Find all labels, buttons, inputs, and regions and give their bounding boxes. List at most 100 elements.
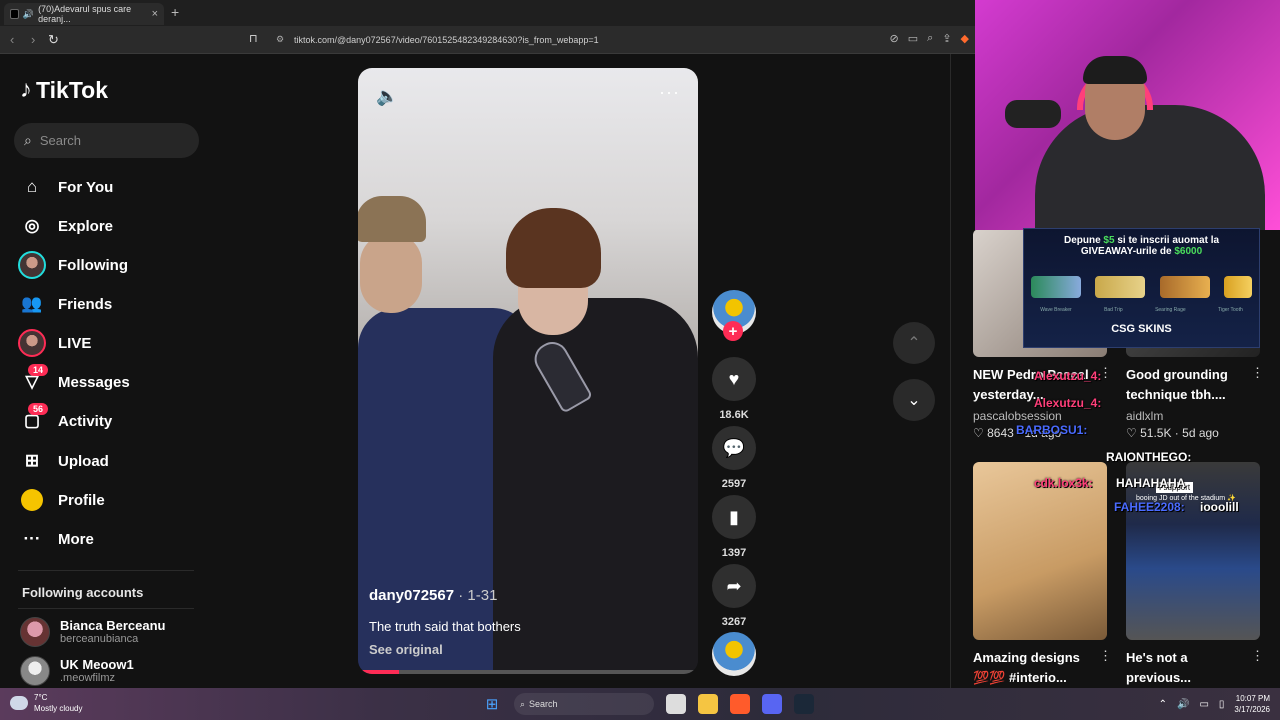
nav-upload[interactable]: ⊞ Upload [18,445,208,477]
chat-message: iooolill [1200,500,1239,514]
steam-icon[interactable] [794,694,814,714]
clock[interactable]: 10:07 PM 3/17/2026 [1234,693,1270,715]
skin-label: Searing Rage [1155,307,1186,313]
reader-icon[interactable]: ▭ [908,32,918,45]
nav-following[interactable]: Following [18,249,208,281]
like-action[interactable]: ♥ 18.6K [711,357,757,421]
windows-start-icon[interactable]: ⊞ [482,694,502,714]
brave-shield-icon[interactable]: ◆ [961,32,969,45]
nav-label: LIVE [58,334,92,352]
skin-labels: Wave Breaker Bad Trip Searing Rage Tiger… [1024,307,1259,313]
video-figure [358,196,426,242]
friends-icon: 👥 [21,294,43,313]
more-icon: ··· [23,529,41,548]
task-view-icon[interactable] [666,694,686,714]
weather-widget[interactable]: 7°C Mostly cloudy [10,692,82,714]
reload-icon[interactable]: ↻ [48,32,59,48]
forward-icon[interactable]: › [31,32,35,47]
webcam-figure [1035,105,1265,230]
nav-profile[interactable]: Profile [18,484,208,516]
nav-more[interactable]: ··· More [18,523,208,555]
messages-icon: ▽ 14 [18,364,49,396]
taskbar-search[interactable]: ⌕ Search [514,693,654,715]
video-player[interactable]: 🔈 ··· dany072567 · 1-31 The truth said t… [358,68,698,674]
system-tray: ⌃ 🔊 ▭ ▯ 10:07 PM 3/17/2026 [1159,693,1270,715]
nav-messages[interactable]: ▽ 14 Messages [18,364,208,398]
sidebar: ♪ TikTok ⌕ Search ⌂ For You ◎ Explore Fo… [0,54,218,688]
back-icon[interactable]: ‹ [10,32,14,47]
scroll-down-icon[interactable]: ⌄ [893,379,935,421]
sound-disc-avatar[interactable] [712,632,756,676]
compass-icon: ◎ [24,216,40,235]
battery-icon[interactable]: ▯ [1219,699,1225,710]
account-handle: .meowfilmz [60,672,116,684]
volume-icon[interactable]: 🔊 [1177,699,1189,710]
more-vertical-icon[interactable]: ⋮ [1251,648,1264,664]
file-explorer-icon[interactable] [698,694,718,714]
search-input[interactable]: ⌕ Search [14,123,199,158]
comment-icon[interactable]: 💬 [712,426,756,470]
volume-icon[interactable]: 🔈 [376,86,398,107]
scroll-up-icon[interactable]: ⌃ [893,322,935,364]
promo-line1: Depune $5 si te inscrii auomat la [1024,235,1259,246]
video-author[interactable]: dany072567 · 1-31 [369,587,497,604]
share-icon[interactable]: ⇪ [942,32,951,45]
address-bar[interactable]: ⚙ tiktok.com/@dany072567/video/760152548… [268,30,968,50]
nav-explore[interactable]: ◎ Explore [18,210,208,242]
recommendation-title[interactable]: Amazing designs 💯💯 #interio... [973,648,1098,688]
network-icon[interactable]: ▭ [1199,699,1208,710]
chevron-up-icon[interactable]: ⌃ [1159,699,1167,710]
heart-icon[interactable]: ♥ [712,357,756,401]
more-vertical-icon[interactable]: ⋮ [1099,648,1112,664]
bookmark-icon[interactable]: ⊓ [249,32,258,45]
no-tracking-icon[interactable]: ⊘ [890,32,899,45]
nav-label: Friends [58,295,113,313]
microphone-shape [1005,100,1061,128]
nav-friends[interactable]: 👥 Friends [18,288,208,320]
skin-label: Wave Breaker [1040,307,1072,313]
nav-label: For You [58,178,114,196]
promo-brand: CSG SKINS [1111,323,1172,335]
nav-activity[interactable]: ▢ 56 Activity [18,403,208,437]
follow-plus-button[interactable]: + [723,321,743,341]
more-options-icon[interactable]: ··· [659,82,680,103]
recommendation-author[interactable]: pascalobsession [973,409,1062,423]
promo-amount: $6000 [1174,246,1203,257]
save-action[interactable]: ▮ 1397 [711,495,757,559]
video-figure [360,233,422,313]
comment-count: 2597 [721,478,747,490]
account-name: Bianca Berceanu [60,618,166,633]
logo-text: TikTok [36,76,108,103]
browser-toolbar: ‹ › ↻ ⊓ ⚙ tiktok.com/@dany072567/video/7… [0,26,975,54]
promo-amount: $5 [1103,235,1115,246]
site-info-icon[interactable]: ⚙ [276,34,284,45]
browser-tab[interactable]: 🔊 (70)Adevarul spus care deranj... × [4,3,164,25]
zoom-icon[interactable]: ⌕ [927,32,933,45]
tab-close-icon[interactable]: × [152,8,158,20]
share-arrow-icon[interactable]: ➦ [712,564,756,608]
cloud-icon [10,696,28,710]
following-account[interactable]: Bianca Berceanu berceanubianca [20,615,210,649]
comment-action[interactable]: 💬 2597 [711,426,757,490]
see-original-link[interactable]: See original [369,642,443,657]
video-progress-fill [358,670,399,674]
search-icon: ⌕ [520,698,526,709]
recommendation-title[interactable]: Good grounding technique tbh.... [1126,365,1251,405]
brave-browser-icon[interactable] [730,694,750,714]
nav-live[interactable]: LIVE [18,327,208,359]
video-progress-bar[interactable] [358,670,698,674]
new-tab-button[interactable]: + [171,4,179,20]
bookmark-icon[interactable]: ▮ [712,495,756,539]
nav-for-you[interactable]: ⌂ For You [18,171,208,203]
share-action[interactable]: ➦ 3267 [711,564,757,628]
speaker-icon[interactable]: 🔊 [23,9,34,20]
more-vertical-icon[interactable]: ⋮ [1251,365,1264,381]
activity-icon: ▢ 56 [18,403,49,435]
discord-icon[interactable] [762,694,782,714]
tiktok-logo[interactable]: ♪ TikTok [20,76,108,104]
following-account[interactable]: UK Meoow1 .meowfilmz [20,654,210,688]
recommendation-author[interactable]: aidlxlm [1126,409,1163,423]
skin-image [1159,276,1210,298]
recommendation-title[interactable]: He's not a previous... [1126,648,1251,688]
tiktok-note-icon: ♪ [20,76,32,103]
